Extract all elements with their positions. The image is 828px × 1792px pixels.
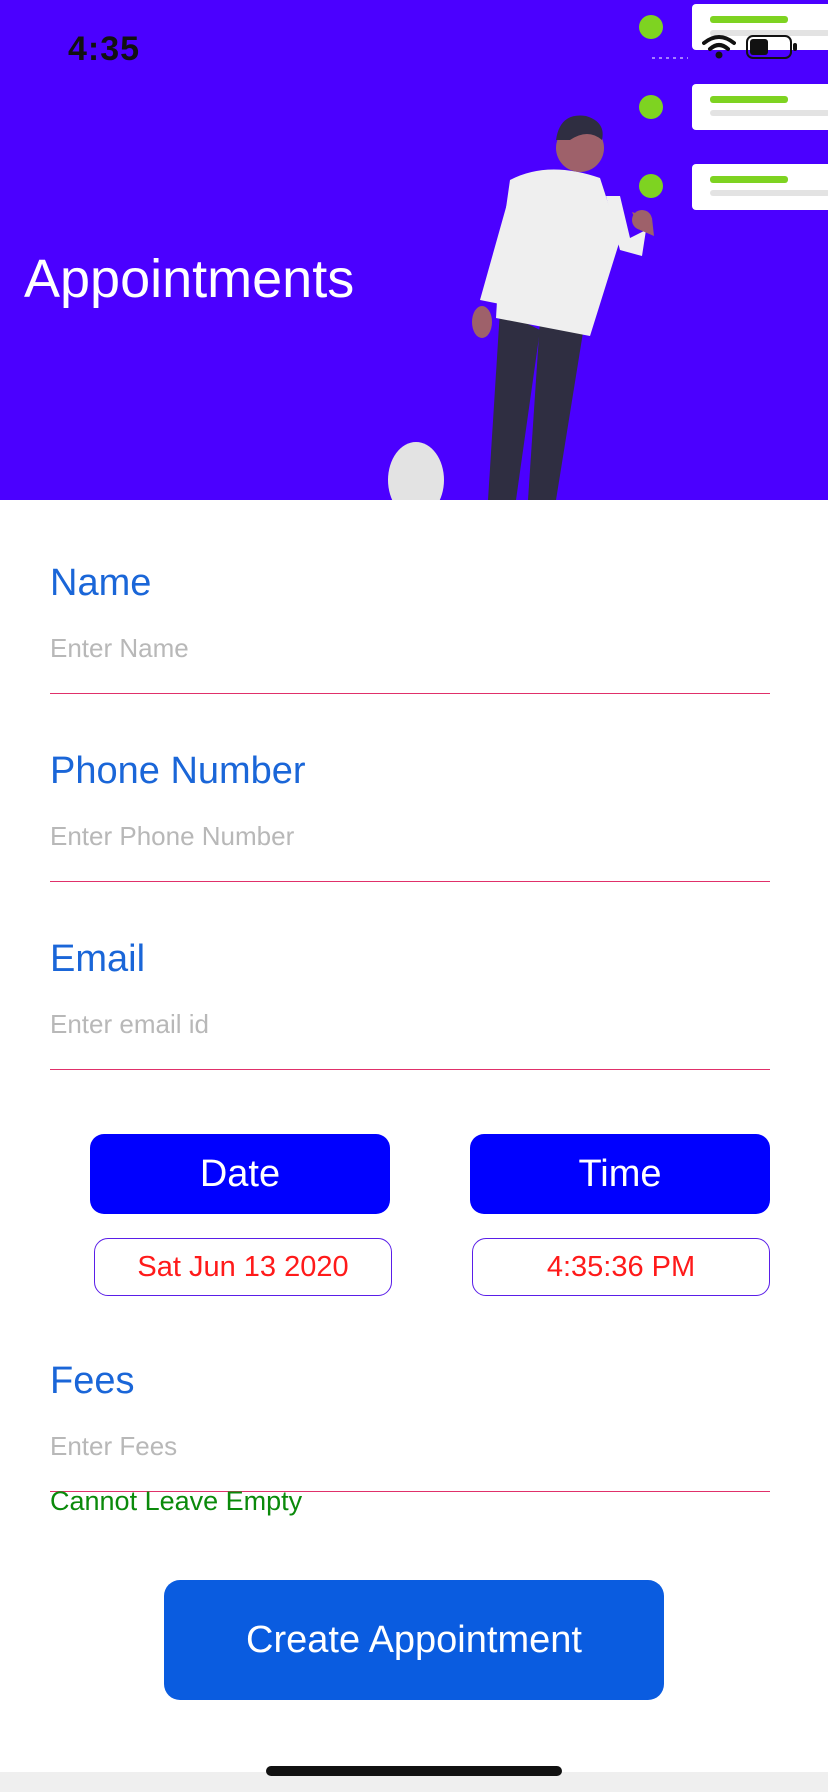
status-bar-icons xyxy=(702,34,798,60)
name-label: Name xyxy=(50,562,152,604)
phone-label: Phone Number xyxy=(50,750,306,792)
wifi-icon xyxy=(702,35,736,59)
status-bar-time: 4:35 xyxy=(68,30,141,68)
create-appointment-button[interactable]: Create Appointment xyxy=(164,1580,664,1700)
fees-label: Fees xyxy=(50,1360,135,1402)
time-button[interactable]: Time xyxy=(470,1134,770,1214)
checklist-card xyxy=(692,84,828,130)
header-banner: 4:35 Appointments xyxy=(0,0,828,500)
email-label: Email xyxy=(50,938,146,980)
page-title: Appointments xyxy=(24,249,355,309)
battery-icon xyxy=(746,35,797,59)
email-input[interactable] xyxy=(50,1007,770,1041)
name-input[interactable] xyxy=(50,631,770,665)
phone-field: Phone Number xyxy=(50,750,770,882)
name-field: Name xyxy=(50,562,770,694)
date-button[interactable]: Date xyxy=(90,1134,390,1214)
home-indicator[interactable] xyxy=(266,1766,562,1776)
time-value: 4:35:36 PM xyxy=(472,1238,770,1296)
email-underline xyxy=(50,1069,770,1070)
name-underline xyxy=(50,693,770,694)
date-value: Sat Jun 13 2020 xyxy=(94,1238,392,1296)
phone-underline xyxy=(50,881,770,882)
fees-input[interactable] xyxy=(50,1429,770,1463)
fees-field: Fees xyxy=(50,1360,770,1492)
checklist-card xyxy=(692,164,828,210)
phone-input[interactable] xyxy=(50,819,770,853)
email-field: Email xyxy=(50,938,770,1070)
fees-error-message: Cannot Leave Empty xyxy=(50,1486,303,1516)
